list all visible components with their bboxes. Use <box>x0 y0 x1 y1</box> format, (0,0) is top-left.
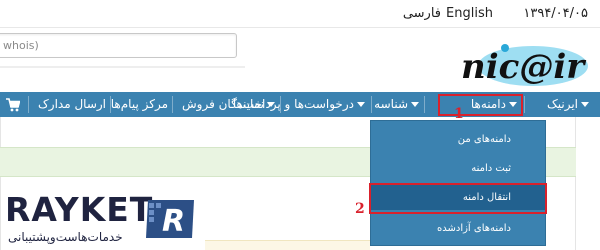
header: nic@ir <box>0 28 600 93</box>
menu-item-released-domains[interactable]: دامنه‌های آزادشده <box>371 216 545 241</box>
info-strip <box>205 240 370 250</box>
whois-search-box[interactable] <box>0 33 237 58</box>
whois-search-input[interactable] <box>0 34 236 57</box>
top-bar: ۱۳۹۴/۰۴/۰۵ English فارسی <box>0 0 600 28</box>
nav-label: ارسال مدارک <box>38 97 106 111</box>
nav-label: مرکز پیام‌ها <box>110 97 168 111</box>
notice-panel <box>0 147 372 177</box>
rayket-watermark: RAYKET خدمات‌هاست‌وپشتیبانی R <box>0 190 205 250</box>
rayket-logo-icon: R <box>146 200 194 238</box>
date-display: ۱۳۹۴/۰۴/۰۵ <box>523 6 588 21</box>
logo-text: nic@ir <box>461 47 586 87</box>
nav-divider <box>28 96 29 113</box>
nav-item-message-center[interactable]: مرکز پیام‌ها <box>111 92 168 117</box>
chevron-down-icon <box>411 102 419 107</box>
menu-item-my-domains[interactable]: دامنه‌های من <box>371 127 545 152</box>
chevron-down-icon <box>357 102 365 107</box>
content-border-right <box>575 117 576 250</box>
nav-label: ایرنیک <box>547 97 578 111</box>
language-english-link[interactable]: English <box>446 6 493 21</box>
nav-item-handle[interactable]: شناسه <box>374 92 422 117</box>
nic-ir-logo-icon[interactable]: nic@ir <box>453 40 593 88</box>
nav-label: نمایندگان فروش <box>182 97 264 111</box>
nav-divider <box>280 96 281 113</box>
cart-icon[interactable] <box>6 98 20 112</box>
annotation-box-domains <box>438 94 523 116</box>
annotation-marker-2: 2 <box>355 201 365 217</box>
nav-divider <box>371 96 372 113</box>
language-farsi-link[interactable]: فارسی <box>403 6 441 21</box>
nav-divider <box>172 96 173 113</box>
chevron-down-icon <box>267 102 275 107</box>
menu-item-register-domain[interactable]: ثبت دامنه <box>371 156 545 181</box>
nav-item-resellers[interactable]: نمایندگان فروش <box>182 92 278 117</box>
nav-divider <box>524 96 525 113</box>
nav-label: شناسه <box>374 97 408 111</box>
annotation-box-transfer <box>369 183 547 214</box>
logo-badge-letter: R <box>162 204 185 238</box>
nav-divider <box>424 96 425 113</box>
header-divider <box>0 66 245 68</box>
nav-divider <box>110 96 111 113</box>
watermark-subtitle: خدمات‌هاست‌وپشتیبانی <box>8 230 123 244</box>
nav-item-irnic[interactable]: ایرنیک <box>547 92 592 117</box>
watermark-title: RAYKET <box>5 190 154 229</box>
notice-panel-right <box>546 147 576 177</box>
chevron-down-icon <box>581 102 589 107</box>
nav-item-send-documents[interactable]: ارسال مدارک <box>38 92 106 117</box>
